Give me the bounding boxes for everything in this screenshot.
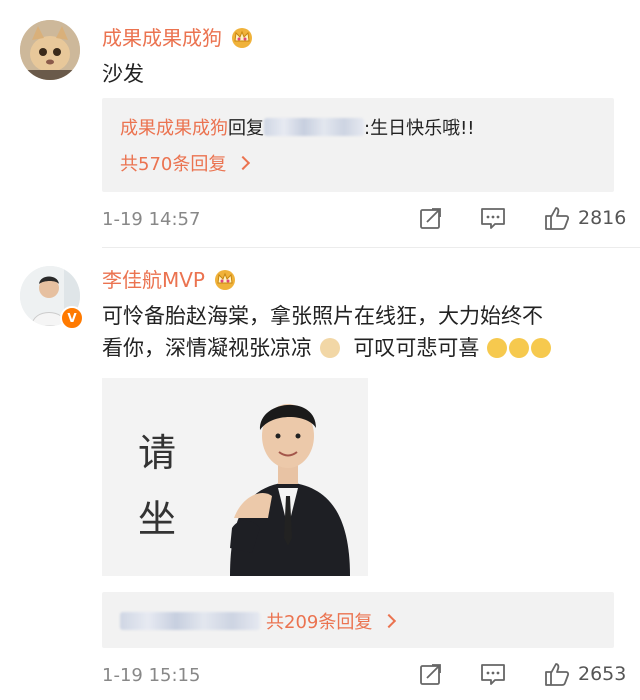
grin-emoji-icon (509, 338, 530, 358)
like-icon[interactable] (544, 661, 570, 687)
reply-box[interactable]: 成果成果成狗 回复 :生日快乐哦!! 共570条回复 (102, 98, 614, 192)
like-count: 2653 (578, 663, 627, 685)
chevron-right-icon (382, 613, 397, 629)
reply-count-label[interactable]: 共570条回复 (120, 150, 226, 176)
comment-1: 成果成果成狗 沙发 成果成果成狗 回复 :生日快乐哦!! 共570条回复 1-1… (0, 0, 640, 250)
action-bar: 2816 (410, 205, 626, 231)
action-bar: 2653 (410, 661, 626, 687)
comment-icon[interactable] (480, 661, 506, 687)
reply-box[interactable]: 共209条回复 (102, 592, 614, 648)
attached-photo[interactable]: 请 坐 (102, 378, 368, 576)
username-text[interactable]: 李佳航MVP (102, 264, 205, 293)
crown-icon (215, 269, 235, 290)
crown-icon (232, 27, 252, 48)
comment-text-part-a: 看你，深情凝视张凉凉 (102, 336, 312, 360)
reply-preview[interactable]: 成果成果成狗 回复 :生日快乐哦!! (120, 114, 475, 140)
dog-emoji-icon (319, 338, 340, 358)
comment-text-line-1: 可怜备胎赵海棠，拿张照片在线狂，大力始终不 (102, 304, 543, 328)
reply-word: 回复 (228, 118, 264, 139)
comment-text: 沙发 (102, 62, 144, 86)
divider (102, 247, 640, 248)
grin-emoji-icon (531, 338, 552, 358)
blurred-username (264, 118, 364, 136)
username-text[interactable]: 成果成果成狗 (102, 22, 222, 51)
comment-icon[interactable] (480, 205, 506, 231)
comment-text-line-2: 看你，深情凝视张凉凉 可叹可悲可喜 (102, 332, 612, 364)
timestamp: 1-19 15:15 (102, 665, 201, 686)
chevron-right-icon (236, 155, 251, 171)
blurred-usernames (120, 612, 260, 630)
like-count: 2816 (578, 207, 627, 229)
share-icon[interactable] (418, 661, 444, 687)
reply-count-link[interactable]: 共570条回复 (120, 150, 251, 176)
grin-emoji-icon (487, 338, 508, 358)
avatar[interactable] (20, 20, 80, 80)
like-icon[interactable] (544, 205, 570, 231)
username[interactable]: 成果成果成狗 (102, 22, 254, 51)
share-icon[interactable] (418, 205, 444, 231)
verified-badge-icon: V (60, 306, 84, 330)
comment-text-part-b: 可叹可悲可喜 (353, 336, 480, 360)
comment-text: 可怜备胎赵海棠，拿张照片在线狂，大力始终不 看你，深情凝视张凉凉 可叹可悲可喜 (102, 300, 612, 364)
person-photo (230, 404, 350, 576)
reply-message: :生日快乐哦!! (364, 118, 475, 139)
timestamp: 1-19 14:57 (102, 209, 201, 230)
comment-2: V 李佳航MVP 可怜备胎赵海棠，拿张照片在线狂，大力始终不 看你，深情凝视张凉… (0, 250, 640, 700)
username[interactable]: 李佳航MVP (102, 264, 237, 293)
reply-author[interactable]: 成果成果成狗 (120, 114, 228, 140)
reply-count-link[interactable]: 共209条回复 (120, 608, 397, 634)
reply-count-label[interactable]: 共209条回复 (266, 608, 372, 634)
